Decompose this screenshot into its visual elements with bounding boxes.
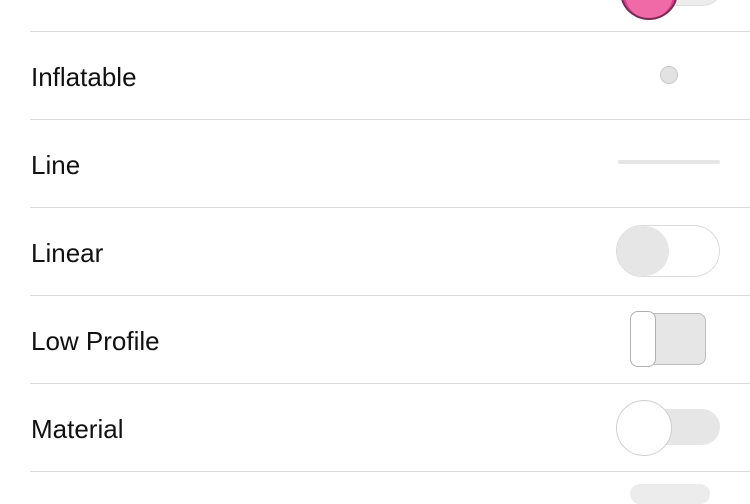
material-toggle-knob[interactable] <box>616 400 672 456</box>
next-row-toggle[interactable] <box>630 484 710 504</box>
donut-icon[interactable] <box>620 0 678 20</box>
row-inflatable: Inflatable <box>0 31 750 119</box>
row-label-linear: Linear <box>31 238 104 268</box>
row-label-low-profile: Low Profile <box>31 326 160 356</box>
line-toggle[interactable] <box>618 160 720 164</box>
row-separator <box>30 471 750 472</box>
row-label-line: Line <box>31 150 81 180</box>
low-profile-toggle-knob[interactable] <box>630 311 656 367</box>
settings-list: Inflatable Line Linear Low Profile Mater… <box>0 0 750 504</box>
row-label-material: Material <box>31 414 124 444</box>
row-label-inflatable: Inflatable <box>31 62 137 92</box>
linear-toggle-knob[interactable] <box>617 226 669 276</box>
inflatable-toggle[interactable] <box>660 66 678 84</box>
